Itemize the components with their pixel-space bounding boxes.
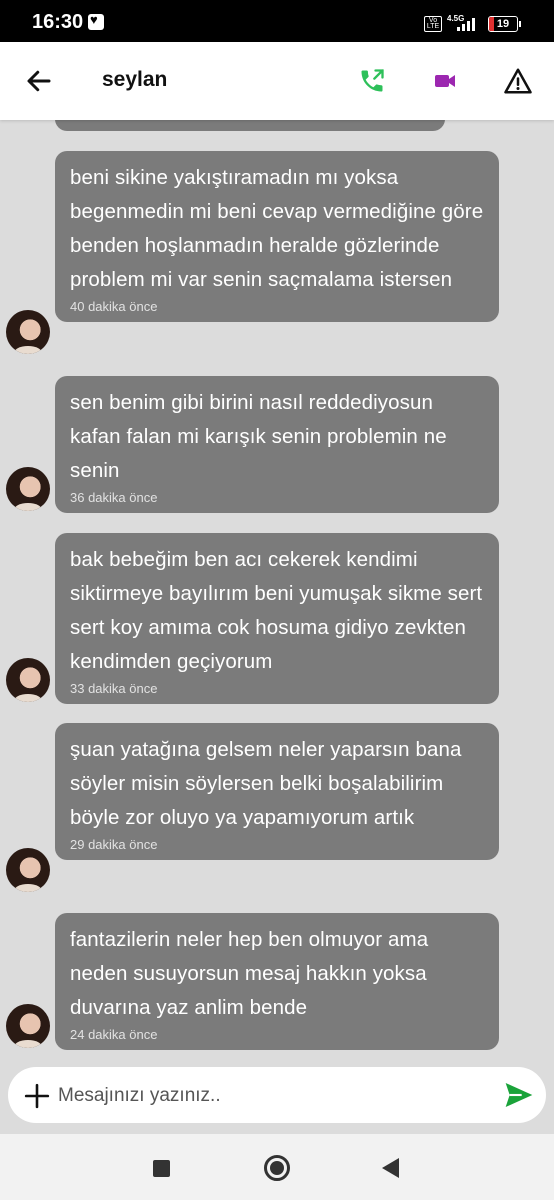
battery-icon: 19: [488, 16, 518, 32]
video-camera-icon[interactable]: [432, 69, 458, 93]
back-arrow-icon[interactable]: [24, 66, 54, 96]
avatar[interactable]: [6, 848, 50, 892]
system-nav-bar: [0, 1134, 554, 1200]
message-time: 33 dakika önce: [70, 681, 158, 696]
avatar[interactable]: [6, 467, 50, 511]
message-bubble[interactable]: sen benim gibi birini nasıl reddediyosun…: [55, 376, 499, 513]
battery-percent: 19: [496, 18, 510, 30]
avatar[interactable]: [6, 658, 50, 702]
message-time: 29 dakika önce: [70, 837, 158, 852]
battery-tip: [519, 21, 521, 27]
message-bubble[interactable]: beni sikine yakıştıramadın mı yoksa bege…: [55, 151, 499, 322]
avatar[interactable]: [6, 1004, 50, 1048]
signal-icon: [457, 17, 479, 31]
message-text: sen benim gibi birini nasıl reddediyosun…: [70, 391, 447, 482]
volte-icon: Vo LTE: [424, 16, 442, 32]
message-composer: [8, 1067, 546, 1123]
status-bar: 16:30 Vo LTE 4.5G 19: [0, 0, 554, 42]
message-time: 24 dakika önce: [70, 1027, 158, 1042]
message-bubble[interactable]: şuan yatağına gelsem neler yaparsın bana…: [55, 723, 499, 860]
message-text: şuan yatağına gelsem neler yaparsın bana…: [70, 738, 462, 829]
avatar[interactable]: [6, 310, 50, 354]
notification-heart-icon: [88, 12, 104, 30]
message-time: 40 dakika önce: [70, 299, 158, 314]
nav-back-icon[interactable]: [382, 1158, 399, 1178]
message-input[interactable]: [58, 1081, 478, 1111]
message-time: 36 dakika önce: [70, 490, 158, 505]
message-text: fantazilerin neler hep ben olmuyor ama n…: [70, 928, 429, 1019]
message-text: beni sikine yakıştıramadın mı yoksa bege…: [70, 166, 484, 291]
recent-apps-icon[interactable]: [153, 1160, 170, 1177]
warning-icon[interactable]: [503, 66, 533, 96]
chat-title: seylan: [102, 68, 168, 91]
status-time: 16:30: [32, 11, 84, 33]
plus-icon[interactable]: [24, 1083, 50, 1109]
message-bubble[interactable]: [55, 120, 445, 131]
message-list[interactable]: beni sikine yakıştıramadın mı yoksa bege…: [0, 120, 554, 1060]
phone-call-icon[interactable]: [358, 67, 386, 95]
app-bar: seylan: [0, 42, 554, 120]
message-text: bak bebeğim ben acı cekerek kendimi sikt…: [70, 548, 483, 673]
message-bubble[interactable]: fantazilerin neler hep ben olmuyor ama n…: [55, 913, 499, 1050]
message-bubble[interactable]: bak bebeğim ben acı cekerek kendimi sikt…: [55, 533, 499, 704]
home-icon[interactable]: [264, 1155, 290, 1181]
send-icon[interactable]: [502, 1079, 536, 1111]
